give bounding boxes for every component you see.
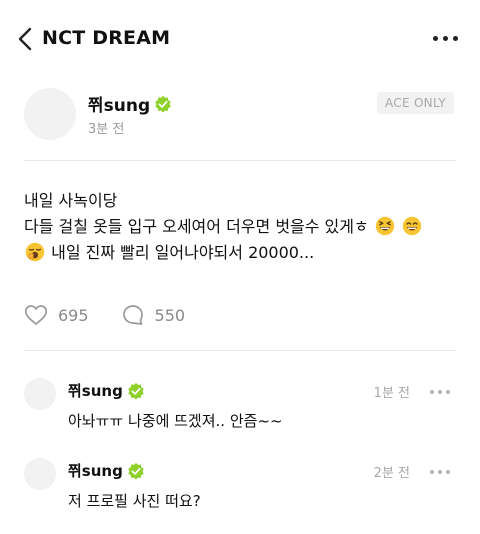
verified-badge-icon <box>128 462 144 479</box>
yawning-face-icon <box>25 242 45 262</box>
comment-text: 아놔ㅠㅠ 나중에 뜨겠져.. 안즘~~ <box>68 412 283 430</box>
heart-icon <box>24 305 48 325</box>
author-row: 쮜sung <box>88 91 172 116</box>
page-title: NCT DREAM <box>42 27 171 49</box>
more-dot-icon <box>430 470 434 474</box>
comment-text: 저 프로필 사진 떠요? <box>68 492 201 510</box>
commenter-name[interactable]: 쮜sung <box>68 380 123 401</box>
comment-count: 550 <box>154 305 186 325</box>
author-avatar[interactable] <box>24 88 76 140</box>
post-header: 쮜sung 3분 전 ACE ONLY <box>24 88 456 140</box>
post-line: 다들 걸칠 옷들 입구 오세여어 더우면 벗을수 있게ㅎ <box>24 217 369 236</box>
more-dot-icon <box>438 470 442 474</box>
chevron-left-icon <box>18 27 32 51</box>
post-timestamp: 3분 전 <box>88 122 125 137</box>
more-dot-icon <box>433 36 438 41</box>
comment-button[interactable]: 550 <box>121 303 186 327</box>
more-dot-icon <box>430 390 434 394</box>
commenter-row: 쮜sung <box>68 460 145 481</box>
post-content: 내일 사녹이당 다들 걸칠 옷들 입구 오세여어 더우면 벗을수 있게ㅎ 내일 … <box>24 188 464 266</box>
commenter-avatar[interactable] <box>24 378 56 410</box>
post-line: 내일 진짜 빨리 일어나야되서 20000... <box>51 243 315 262</box>
more-dot-icon <box>438 390 442 394</box>
more-dot-icon <box>446 470 450 474</box>
comment-item: 쮜sung 1분 전 아놔ㅠㅠ 나중에 뜨겠져.. 안즘~~ <box>24 378 456 442</box>
commenter-avatar[interactable] <box>24 458 56 490</box>
comment-bubble-icon <box>122 305 143 325</box>
ace-only-badge: ACE ONLY <box>376 92 454 114</box>
comment-more-button[interactable] <box>430 470 450 474</box>
divider <box>24 160 456 161</box>
more-dot-icon <box>446 390 450 394</box>
top-bar: NCT DREAM <box>0 0 480 78</box>
post-line-with-emojis: 다들 걸칠 옷들 입구 오세여어 더우면 벗을수 있게ㅎ <box>24 214 464 240</box>
commenter-name[interactable]: 쮜sung <box>68 460 123 481</box>
grinning-squinting-face-icon <box>375 216 395 236</box>
comment-more-button[interactable] <box>430 390 450 394</box>
post-line: 내일 사녹이당 <box>24 191 118 210</box>
post-line-with-emojis: 내일 진짜 빨리 일어나야되서 20000... <box>24 240 464 266</box>
more-dot-icon <box>453 36 458 41</box>
grinning-face-with-smiling-eyes-icon <box>402 216 422 236</box>
back-button[interactable] <box>16 26 36 52</box>
more-options-button[interactable] <box>433 36 458 41</box>
more-dot-icon <box>443 36 448 41</box>
author-name[interactable]: 쮜sung <box>88 91 150 116</box>
comment-timestamp: 1분 전 <box>373 386 410 401</box>
like-button[interactable]: 695 <box>24 304 89 326</box>
comment-item: 쮜sung 2분 전 저 프로필 사진 떠요? <box>24 458 456 522</box>
verified-badge-icon <box>128 382 144 399</box>
verified-badge-icon <box>155 95 171 112</box>
commenter-row: 쮜sung <box>68 380 145 401</box>
post-actions: 695 550 <box>24 303 217 327</box>
like-count: 695 <box>58 305 89 325</box>
comment-timestamp: 2분 전 <box>373 466 410 481</box>
divider <box>24 350 456 351</box>
